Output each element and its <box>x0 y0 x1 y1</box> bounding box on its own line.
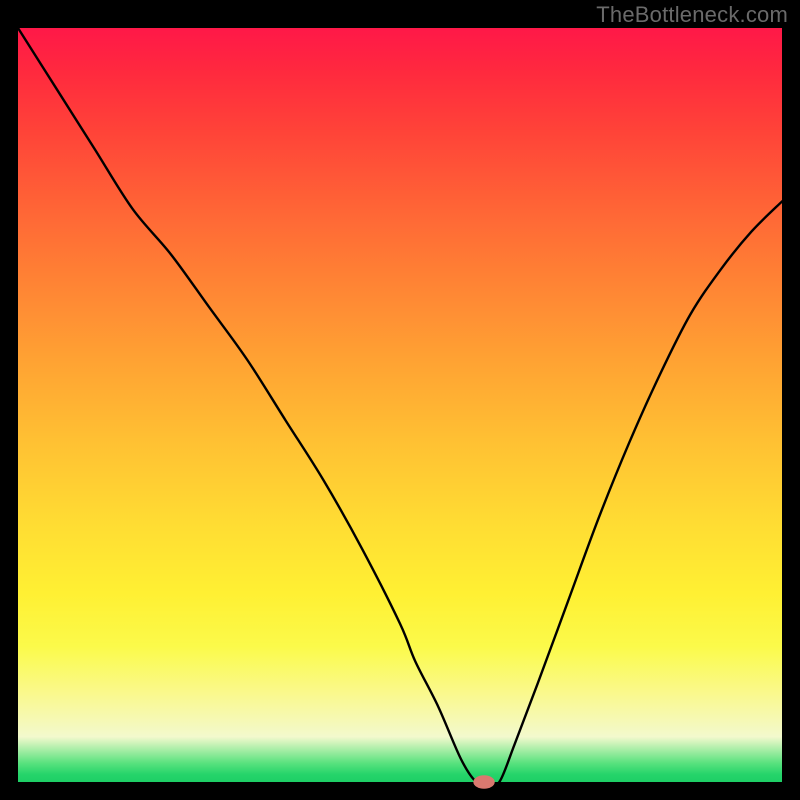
bottleneck-curve <box>18 28 782 785</box>
plot-area <box>18 28 782 782</box>
watermark-text: TheBottleneck.com <box>596 2 788 28</box>
chart-svg <box>18 28 782 782</box>
chart-frame: TheBottleneck.com <box>0 0 800 800</box>
optimal-marker <box>473 775 494 789</box>
